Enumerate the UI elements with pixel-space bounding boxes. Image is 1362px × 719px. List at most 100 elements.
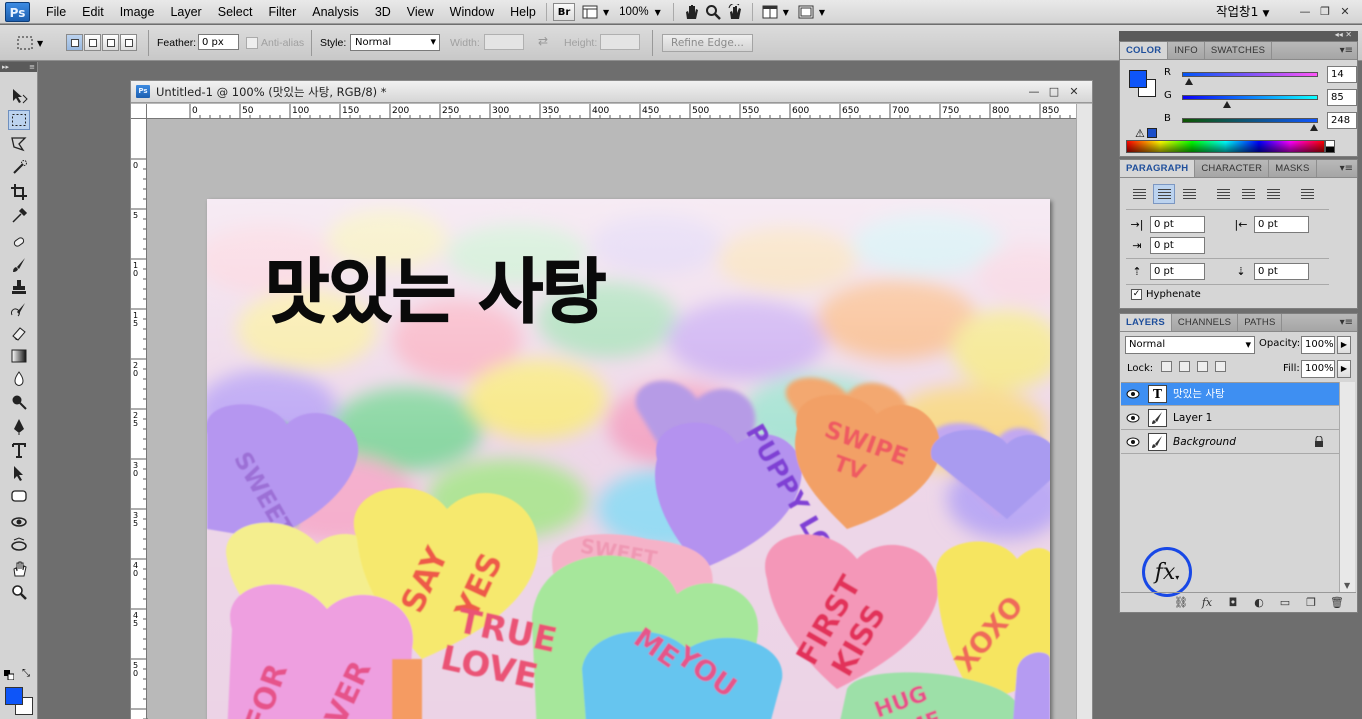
toolbox-grip[interactable]: ▸▸ ≡: [0, 62, 37, 72]
headline-text-layer[interactable]: 맛있는 사탕: [264, 247, 607, 337]
red-slider-thumb[interactable]: [1185, 78, 1194, 85]
minimize-button[interactable]: —: [1295, 4, 1315, 20]
chevron-down-icon[interactable]: ▼: [819, 8, 825, 17]
layers-scrollbar[interactable]: ▼: [1339, 382, 1355, 592]
doc-maximize-button[interactable]: □: [1044, 84, 1064, 100]
red-value-input[interactable]: 14: [1327, 66, 1357, 83]
default-colors-icon[interactable]: [4, 670, 15, 681]
tool-preset-picker[interactable]: ▼: [16, 34, 46, 52]
bridge-button[interactable]: Br: [553, 3, 575, 21]
panel-menu-icon[interactable]: ▾≡: [1340, 42, 1353, 60]
link-icon[interactable]: ⛓: [1168, 596, 1194, 609]
green-slider-track[interactable]: [1182, 95, 1318, 100]
ruler-origin[interactable]: [131, 104, 147, 119]
hand-tool-icon[interactable]: [680, 2, 702, 22]
foreground-color-swatch[interactable]: [5, 687, 23, 705]
layer-row-background[interactable]: Background: [1121, 431, 1339, 454]
gradient-tool-icon[interactable]: [8, 346, 30, 366]
eraser-tool-icon[interactable]: [8, 323, 30, 343]
green-slider-thumb[interactable]: [1223, 101, 1232, 108]
tab-swatches[interactable]: SWATCHES: [1205, 42, 1273, 59]
horizontal-ruler[interactable]: 0 50 100 150 200 250 300 350 400 450 500 550 600 650 7…: [147, 104, 1076, 119]
3d-rotate-icon[interactable]: [8, 512, 30, 532]
opacity-slider-button[interactable]: ▶: [1337, 336, 1351, 354]
crop-tool-icon[interactable]: [8, 182, 30, 202]
zoom-tool-icon[interactable]: [8, 582, 30, 602]
align-left-icon[interactable]: [1128, 184, 1150, 204]
tab-character[interactable]: CHARACTER: [1195, 160, 1270, 177]
view-extras-icon[interactable]: [579, 2, 601, 22]
hyphenate-option[interactable]: ✓ Hyphenate: [1131, 289, 1201, 300]
color-spectrum-bar[interactable]: [1126, 140, 1325, 153]
zoom-level[interactable]: 100%: [619, 6, 648, 18]
zoom-tool-icon[interactable]: [702, 2, 724, 22]
brush-tool-icon[interactable]: [8, 255, 30, 275]
blue-slider-track[interactable]: [1182, 118, 1318, 123]
eyedropper-icon[interactable]: [8, 206, 30, 226]
red-slider-track[interactable]: [1182, 72, 1318, 77]
chevron-down-icon[interactable]: ▼: [603, 8, 609, 17]
shape-tool-icon[interactable]: [8, 486, 30, 506]
hyphenate-checkbox[interactable]: ✓: [1131, 289, 1142, 300]
hand-tool-icon[interactable]: [8, 559, 30, 579]
chevron-down-icon[interactable]: ▼: [783, 8, 789, 17]
tab-paragraph[interactable]: PARAGRAPH: [1120, 160, 1196, 177]
panel-menu-icon[interactable]: ▾≡: [1340, 314, 1353, 332]
close-button[interactable]: ✕: [1335, 4, 1355, 20]
align-right-icon[interactable]: [1178, 184, 1200, 204]
align-center-icon[interactable]: [1153, 184, 1175, 204]
justify-last-center-icon[interactable]: [1237, 184, 1259, 204]
tab-info[interactable]: INFO: [1168, 42, 1205, 59]
gamut-warning-icon[interactable]: ⚠: [1135, 127, 1145, 140]
menu-layer[interactable]: Layer: [162, 0, 209, 24]
doc-minimize-button[interactable]: —: [1024, 84, 1044, 100]
lock-transparency-icon[interactable]: [1161, 361, 1172, 372]
tab-masks[interactable]: MASKS: [1269, 160, 1317, 177]
visibility-eye-icon[interactable]: [1125, 387, 1141, 401]
blend-mode-select[interactable]: Normal: [1125, 336, 1255, 354]
document-scrollbar[interactable]: [1076, 104, 1092, 719]
vertical-ruler[interactable]: 05101520253035404550: [131, 119, 147, 719]
subtract-from-selection-button[interactable]: [102, 34, 119, 51]
justify-last-right-icon[interactable]: [1262, 184, 1284, 204]
fill-slider-button[interactable]: ▶: [1337, 360, 1351, 378]
lock-position-icon[interactable]: [1197, 361, 1208, 372]
gamut-color-swatch[interactable]: [1147, 128, 1157, 138]
type-tool-icon[interactable]: [8, 440, 30, 460]
path-selection-icon[interactable]: [8, 463, 30, 483]
black-white-swatch[interactable]: [1325, 140, 1335, 153]
blur-tool-icon[interactable]: [8, 369, 30, 389]
spot-healing-icon[interactable]: [8, 232, 30, 252]
visibility-eye-icon[interactable]: [1125, 435, 1141, 449]
group-icon[interactable]: ▭: [1272, 596, 1298, 609]
space-after-input[interactable]: 0 pt: [1254, 263, 1309, 280]
layer-row-text[interactable]: T 맛있는 사탕: [1121, 383, 1339, 406]
justify-all-icon[interactable]: [1296, 184, 1318, 204]
panel-menu-icon[interactable]: ▾≡: [1340, 160, 1353, 178]
swap-colors-icon[interactable]: ⤡: [22, 668, 30, 679]
clone-stamp-icon[interactable]: [8, 277, 30, 297]
rotate-view-icon[interactable]: [724, 2, 746, 22]
add-to-selection-button[interactable]: [84, 34, 101, 51]
canvas-image[interactable]: SWEET TALK PUPPY LOVE SWIPE TV SAY YES S…: [207, 199, 1050, 719]
indent-first-line-input[interactable]: 0 pt: [1150, 237, 1205, 254]
menu-3d[interactable]: 3D: [367, 0, 399, 24]
3d-orbit-icon[interactable]: [8, 535, 30, 555]
arrange-documents-icon[interactable]: [759, 2, 781, 22]
workspace-switcher[interactable]: 작업창1 ▼: [1216, 0, 1269, 24]
menu-view[interactable]: View: [399, 0, 442, 24]
blue-value-input[interactable]: 248: [1327, 112, 1357, 129]
menu-image[interactable]: Image: [112, 0, 163, 24]
menu-file[interactable]: File: [38, 0, 74, 24]
indent-left-input[interactable]: 0 pt: [1150, 216, 1205, 233]
new-layer-icon[interactable]: ❐: [1298, 596, 1324, 609]
tab-layers[interactable]: LAYERS: [1120, 314, 1172, 331]
menu-edit[interactable]: Edit: [74, 0, 112, 24]
tab-paths[interactable]: PATHS: [1238, 314, 1283, 331]
layer-style-fx-icon[interactable]: fx ▾: [1142, 547, 1192, 597]
chevron-down-icon[interactable]: ▼: [655, 8, 661, 17]
pen-tool-icon[interactable]: [8, 417, 30, 437]
panel-foreground-swatch[interactable]: [1129, 70, 1147, 88]
restore-button[interactable]: ❐: [1315, 4, 1335, 20]
tab-color[interactable]: COLOR: [1120, 42, 1169, 59]
